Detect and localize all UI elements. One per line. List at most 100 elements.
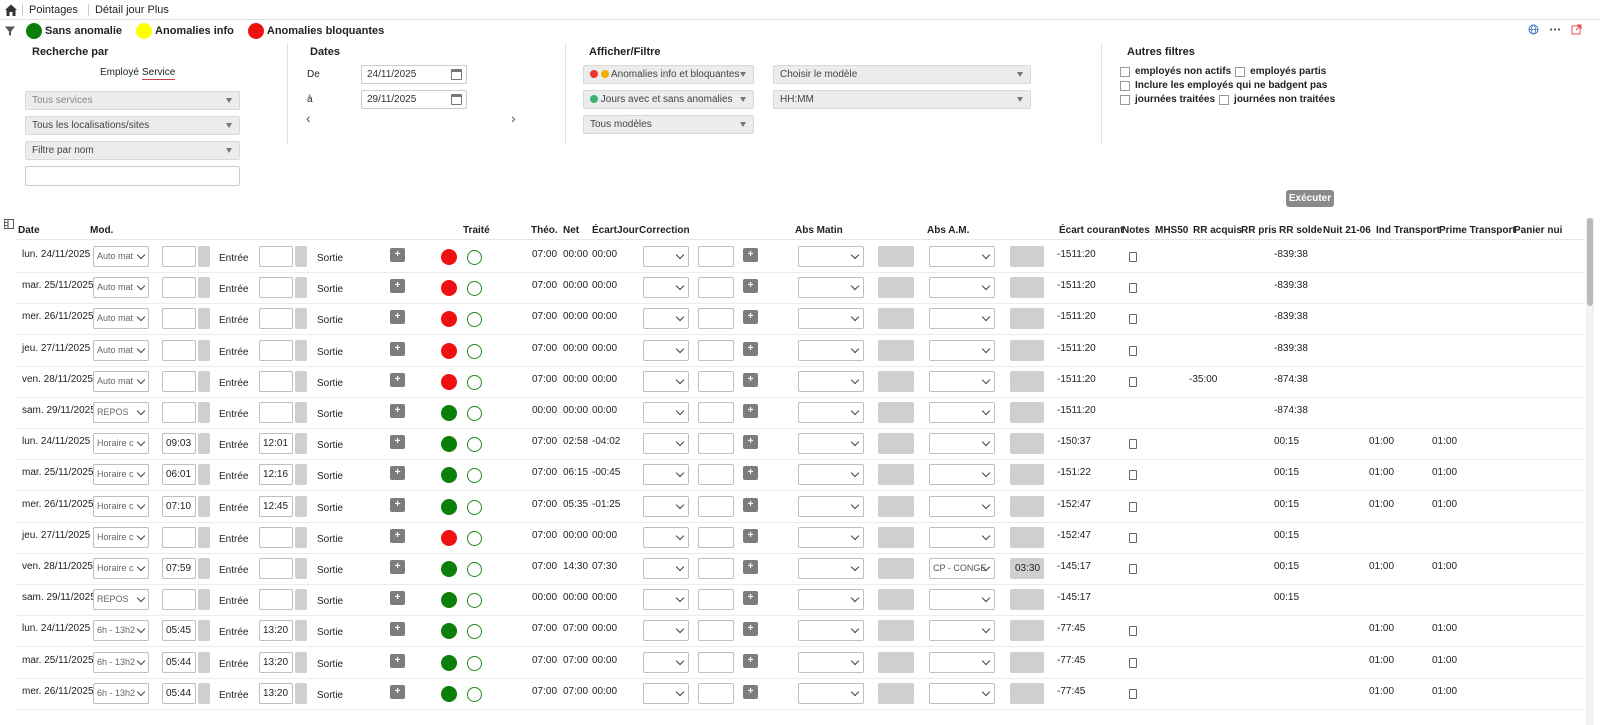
entree-input[interactable] bbox=[162, 277, 196, 298]
sortie-picker[interactable] bbox=[295, 277, 307, 298]
abs-am-duration[interactable] bbox=[1010, 371, 1044, 392]
model-select[interactable]: Horaire c bbox=[93, 527, 149, 548]
abs-am-select[interactable] bbox=[929, 246, 995, 267]
column-chooser-icon[interactable] bbox=[4, 219, 14, 232]
note-icon[interactable] bbox=[1129, 502, 1137, 512]
execute-button[interactable]: Exécuter bbox=[1286, 190, 1334, 207]
calendar-icon[interactable] bbox=[451, 69, 462, 80]
table-row[interactable]: jeu. 27/11/2025 Auto mat Entrée Sortie +07:0… bbox=[16, 336, 1584, 367]
abs-am-select[interactable] bbox=[929, 620, 995, 641]
add-correction-button[interactable]: + bbox=[743, 685, 758, 699]
sortie-input[interactable] bbox=[259, 340, 293, 361]
entree-picker[interactable] bbox=[198, 277, 210, 298]
table-row[interactable]: sam. 29/11/2025 REPOS Entrée Sortie +00:00 00… bbox=[16, 585, 1584, 616]
abs-matin-duration[interactable] bbox=[878, 620, 914, 641]
add-correction-button[interactable]: + bbox=[743, 591, 758, 605]
abs-am-duration[interactable] bbox=[1010, 277, 1044, 298]
note-icon[interactable] bbox=[1129, 346, 1137, 356]
modeles-filter-select[interactable]: Tous modèles bbox=[583, 115, 754, 134]
col-theo[interactable]: Théo. bbox=[531, 225, 558, 236]
col-rr-solde[interactable]: RR solde bbox=[1279, 225, 1322, 236]
abs-am-select[interactable] bbox=[929, 402, 995, 423]
entree-picker[interactable] bbox=[198, 496, 210, 517]
traite-toggle-icon[interactable] bbox=[467, 687, 482, 702]
abs-am-duration[interactable] bbox=[1010, 402, 1044, 423]
entree-picker[interactable] bbox=[198, 620, 210, 641]
abs-matin-select[interactable] bbox=[798, 558, 864, 579]
sortie-input[interactable]: 12:45 bbox=[259, 496, 293, 517]
traite-toggle-icon[interactable] bbox=[467, 500, 482, 515]
sortie-picker[interactable] bbox=[295, 246, 307, 267]
traite-toggle-icon[interactable] bbox=[467, 562, 482, 577]
correction-input[interactable] bbox=[698, 652, 734, 673]
correction-select[interactable] bbox=[643, 371, 689, 392]
entree-picker[interactable] bbox=[198, 589, 210, 610]
table-row[interactable]: lun. 24/11/2025 Auto mat Entrée Sortie +07:0… bbox=[16, 242, 1584, 273]
entree-input[interactable] bbox=[162, 371, 196, 392]
note-icon[interactable] bbox=[1129, 283, 1137, 293]
correction-select[interactable] bbox=[643, 620, 689, 641]
note-icon[interactable] bbox=[1129, 564, 1137, 574]
model-select[interactable]: Auto mat bbox=[93, 277, 149, 298]
abs-matin-duration[interactable] bbox=[878, 558, 914, 579]
abs-am-select[interactable] bbox=[929, 277, 995, 298]
model-select[interactable]: REPOS bbox=[93, 402, 149, 423]
abs-matin-select[interactable] bbox=[798, 433, 864, 454]
entree-input[interactable] bbox=[162, 589, 196, 610]
entree-picker[interactable] bbox=[198, 308, 210, 329]
abs-am-select[interactable] bbox=[929, 652, 995, 673]
col-rr-acquis[interactable]: RR acquis bbox=[1193, 225, 1242, 236]
col-mhs50[interactable]: MHS50 bbox=[1155, 225, 1188, 236]
add-punch-button[interactable]: + bbox=[390, 373, 405, 387]
model-select[interactable]: Horaire c bbox=[93, 558, 149, 579]
model-select[interactable]: Horaire c bbox=[93, 496, 149, 517]
correction-select[interactable] bbox=[643, 433, 689, 454]
correction-input[interactable] bbox=[698, 558, 734, 579]
sortie-picker[interactable] bbox=[295, 558, 307, 579]
correction-input[interactable] bbox=[698, 683, 734, 704]
date-from-input[interactable]: 24/11/2025 bbox=[361, 65, 467, 84]
abs-matin-select[interactable] bbox=[798, 620, 864, 641]
abs-matin-duration[interactable] bbox=[878, 402, 914, 423]
correction-select[interactable] bbox=[643, 402, 689, 423]
calendar-icon[interactable] bbox=[451, 94, 462, 105]
entree-input[interactable] bbox=[162, 340, 196, 361]
entree-input[interactable] bbox=[162, 246, 196, 267]
correction-select[interactable] bbox=[643, 277, 689, 298]
correction-input[interactable] bbox=[698, 527, 734, 548]
sortie-picker[interactable] bbox=[295, 340, 307, 361]
abs-matin-duration[interactable] bbox=[878, 652, 914, 673]
checkbox[interactable] bbox=[1120, 80, 1130, 91]
note-icon[interactable] bbox=[1129, 626, 1137, 636]
add-punch-button[interactable]: + bbox=[390, 435, 405, 449]
abs-matin-select[interactable] bbox=[798, 527, 864, 548]
table-row[interactable]: ven. 28/11/2025 Auto mat Entrée Sortie +07:0… bbox=[16, 367, 1584, 398]
sortie-picker[interactable] bbox=[295, 652, 307, 673]
entree-picker[interactable] bbox=[198, 340, 210, 361]
add-punch-button[interactable]: + bbox=[390, 310, 405, 324]
add-correction-button[interactable]: + bbox=[743, 342, 758, 356]
abs-matin-select[interactable] bbox=[798, 589, 864, 610]
choose-model-select[interactable]: Choisir le modèle bbox=[773, 65, 1031, 84]
add-correction-button[interactable]: + bbox=[743, 560, 758, 574]
breadcrumb-pointages[interactable]: Pointages bbox=[22, 3, 84, 16]
table-row[interactable]: mar. 25/11/2025 Auto mat Entrée Sortie +07:0… bbox=[16, 273, 1584, 304]
col-nuit[interactable]: Nuit 21-06 bbox=[1323, 225, 1371, 236]
next-period-icon[interactable]: › bbox=[511, 110, 516, 126]
model-select[interactable]: 6h - 13h2 bbox=[93, 620, 149, 641]
add-correction-button[interactable]: + bbox=[743, 404, 758, 418]
add-correction-button[interactable]: + bbox=[743, 310, 758, 324]
table-row[interactable]: sam. 29/11/2025 REPOS Entrée Sortie +00:00 00… bbox=[16, 398, 1584, 429]
abs-am-duration[interactable] bbox=[1010, 620, 1044, 641]
checkbox[interactable] bbox=[1120, 66, 1130, 77]
traite-toggle-icon[interactable] bbox=[467, 312, 482, 327]
note-icon[interactable] bbox=[1129, 252, 1137, 262]
entree-input[interactable]: 05:45 bbox=[162, 620, 196, 641]
correction-input[interactable] bbox=[698, 589, 734, 610]
services-select[interactable]: Tous services bbox=[25, 91, 240, 110]
abs-am-duration[interactable] bbox=[1010, 652, 1044, 673]
correction-select[interactable] bbox=[643, 558, 689, 579]
table-row[interactable]: jeu. 27/11/2025 Horaire c Entrée Sortie +07:… bbox=[16, 523, 1584, 554]
sortie-input[interactable] bbox=[259, 277, 293, 298]
correction-select[interactable] bbox=[643, 589, 689, 610]
